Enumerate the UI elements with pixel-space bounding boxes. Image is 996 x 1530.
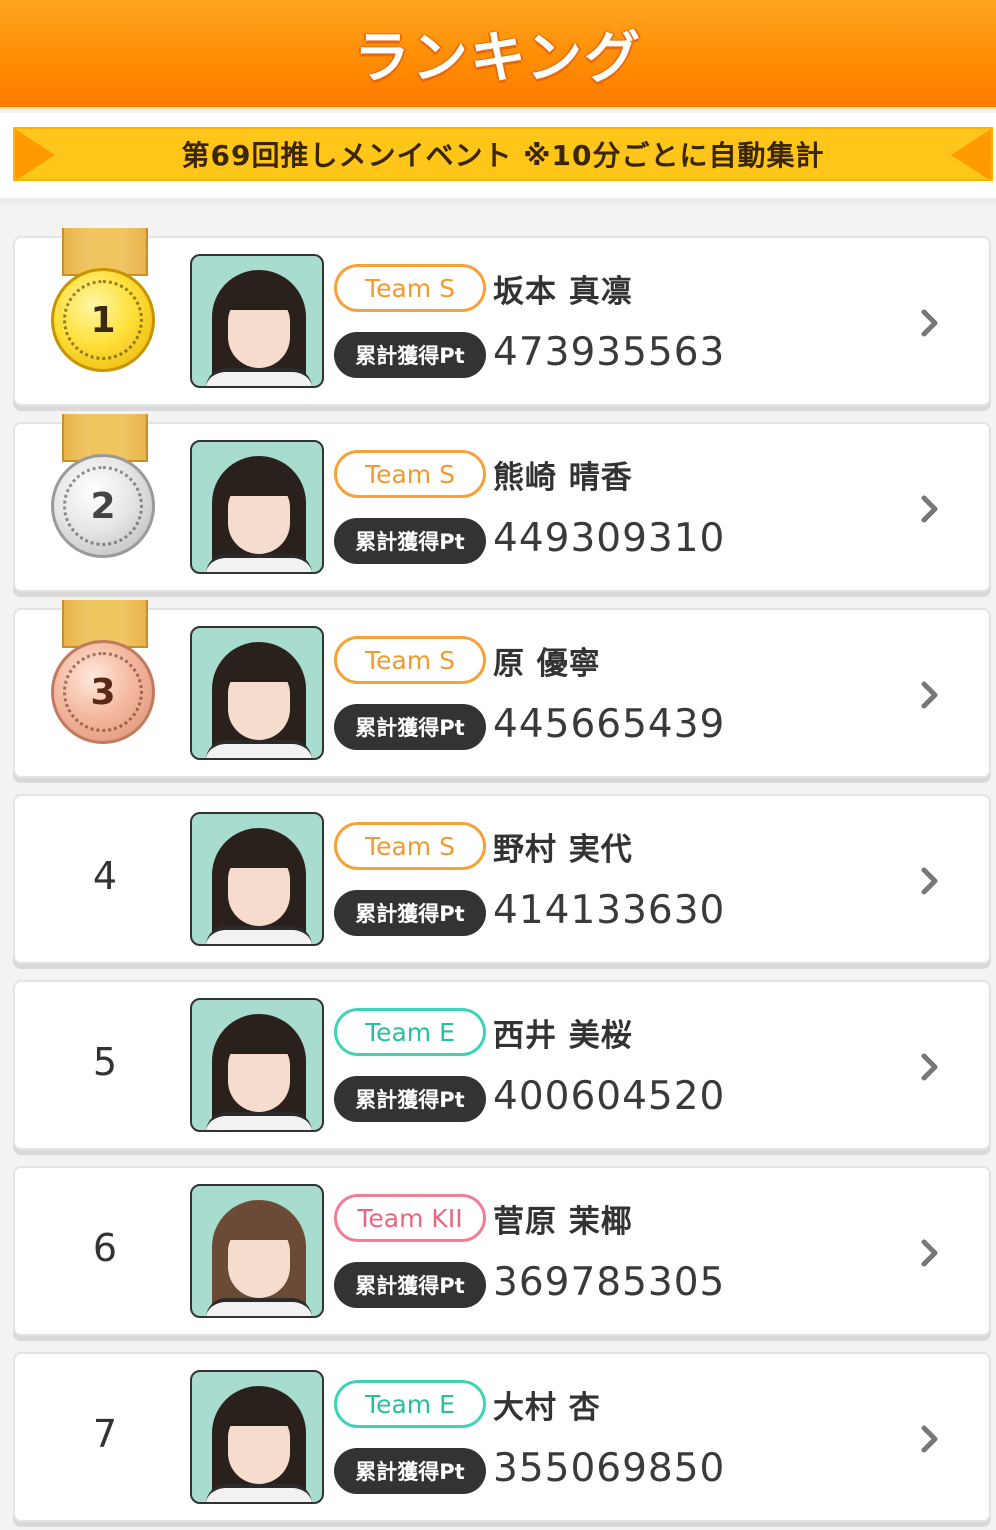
points-label: 累計獲得Pt	[334, 518, 486, 564]
silver-medal-icon: 2	[45, 414, 161, 559]
chevron-right-icon[interactable]	[915, 1238, 945, 1268]
chevron-right-icon[interactable]	[915, 494, 945, 524]
member-photo	[190, 1370, 324, 1504]
member-points: 445665439	[493, 702, 726, 747]
team-badge: Team S	[334, 264, 486, 312]
member-points: 355069850	[493, 1446, 726, 1491]
bronze-medal-icon: 3	[45, 600, 161, 745]
team-badge: Team E	[334, 1008, 486, 1056]
member-name: 菅原 茉椰	[493, 1204, 633, 1240]
points-label: 累計獲得Pt	[334, 1448, 486, 1494]
ranking-row-6[interactable]: 6 Team KII 累計獲得Pt 菅原 茉椰 369785305	[13, 1166, 991, 1336]
team-badge: Team S	[334, 636, 486, 684]
member-name: 熊崎 晴香	[493, 460, 633, 496]
team-badge: Team E	[334, 1380, 486, 1428]
member-points: 400604520	[493, 1074, 726, 1119]
team-badge: Team KII	[334, 1194, 486, 1242]
member-name: 野村 実代	[493, 832, 633, 868]
member-name: 原 優寧	[493, 646, 601, 682]
member-points: 449309310	[493, 516, 726, 561]
points-label: 累計獲得Pt	[334, 1262, 486, 1308]
event-banner-text: 第69回推しメンイベント ※10分ごとに自動集計	[181, 139, 825, 172]
event-banner: 第69回推しメンイベント ※10分ごとに自動集計	[13, 127, 993, 181]
rank-number: 1	[63, 280, 143, 360]
member-photo	[190, 626, 324, 760]
points-label: 累計獲得Pt	[334, 890, 486, 936]
chevron-right-icon[interactable]	[915, 1424, 945, 1454]
member-name: 坂本 真凛	[493, 274, 633, 310]
points-label: 累計獲得Pt	[334, 332, 486, 378]
points-label: 累計獲得Pt	[334, 704, 486, 750]
ranking-row-5[interactable]: 5 Team E 累計獲得Pt 西井 美桜 400604520	[13, 980, 991, 1150]
divider	[0, 199, 996, 207]
chevron-right-icon[interactable]	[915, 308, 945, 338]
rank-number: 3	[63, 652, 143, 732]
ranking-row-3[interactable]: 3 Team S 累計獲得Pt 原 優寧 445665439	[13, 600, 991, 778]
member-points: 414133630	[493, 888, 726, 933]
ranking-row-7[interactable]: 7 Team E 累計獲得Pt 大村 杏 355069850	[13, 1352, 991, 1522]
rank-number: 2	[63, 466, 143, 546]
member-name: 西井 美桜	[493, 1018, 633, 1054]
chevron-right-icon[interactable]	[915, 866, 945, 896]
chevron-right-icon[interactable]	[915, 680, 945, 710]
rank-number: 5	[92, 1040, 118, 1084]
member-photo	[190, 440, 324, 574]
member-name: 大村 杏	[493, 1390, 601, 1426]
member-photo	[190, 812, 324, 946]
team-badge: Team S	[334, 450, 486, 498]
gold-medal-icon: 1	[45, 228, 161, 373]
ranking-row-2[interactable]: 2 Team S 累計獲得Pt 熊崎 晴香 449309310	[13, 414, 991, 592]
header-bar: ランキング	[0, 0, 996, 110]
member-photo	[190, 998, 324, 1132]
page-title: ランキング	[353, 26, 643, 91]
points-label: 累計獲得Pt	[334, 1076, 486, 1122]
rank-number: 6	[92, 1226, 118, 1270]
rank-number: 7	[92, 1412, 118, 1456]
member-points: 473935563	[493, 330, 726, 375]
member-photo	[190, 1184, 324, 1318]
team-badge: Team S	[334, 822, 486, 870]
rank-number: 4	[92, 854, 118, 898]
ranking-row-4[interactable]: 4 Team S 累計獲得Pt 野村 実代 414133630	[13, 794, 991, 964]
member-points: 369785305	[493, 1260, 726, 1305]
ranking-row-1[interactable]: 1 Team S 累計獲得Pt 坂本 真凛 473935563	[13, 228, 991, 406]
chevron-right-icon[interactable]	[915, 1052, 945, 1082]
member-photo	[190, 254, 324, 388]
